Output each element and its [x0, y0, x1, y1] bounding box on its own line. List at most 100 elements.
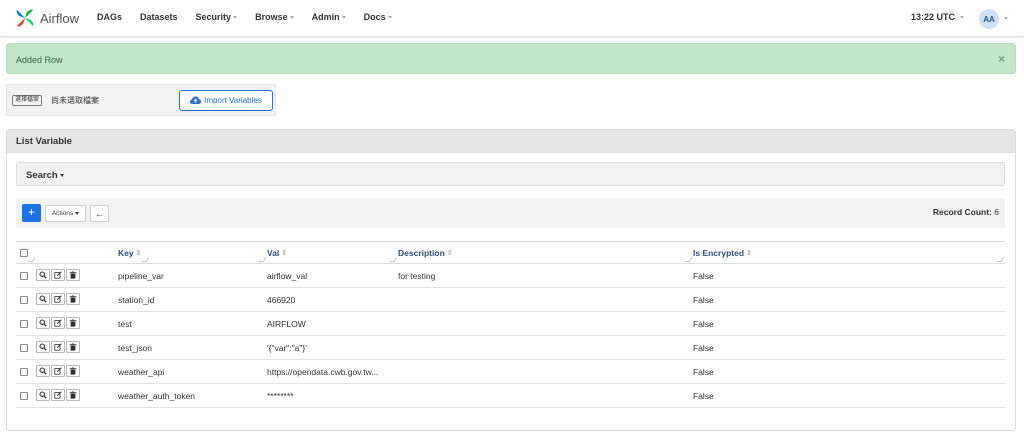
chevron-down-icon — [59, 174, 64, 177]
actions-dropdown[interactable]: Actions — [45, 205, 86, 222]
chevron-down-icon[interactable] — [1004, 17, 1008, 20]
cell-val: '{"var":"a"}' — [267, 343, 307, 353]
row-actions — [36, 365, 81, 377]
cell-key: pipeline_var — [118, 271, 164, 281]
cell-is-encrypted: False — [693, 367, 714, 377]
edit-record-button[interactable] — [51, 269, 65, 281]
delete-record-button[interactable] — [66, 341, 80, 353]
nav-item-admin[interactable]: Admin — [312, 12, 346, 22]
import-button-label: Import Variables — [204, 96, 262, 105]
file-status-text: 尚未選取檔案 — [51, 96, 99, 105]
view-record-button[interactable] — [36, 389, 50, 401]
cloud-upload-icon — [190, 96, 202, 104]
table-row: test AIRFLOW False — [16, 312, 1005, 336]
back-button[interactable]: ← — [90, 205, 109, 222]
edit-record-button[interactable] — [51, 365, 65, 377]
row-checkbox[interactable] — [20, 320, 28, 328]
trash-icon — [69, 319, 77, 327]
add-record-button[interactable]: + — [22, 204, 41, 222]
column-header-is-encrypted[interactable]: Is Encrypted ⇕ — [693, 248, 752, 258]
row-checkbox[interactable] — [20, 296, 28, 304]
column-resize-handle[interactable] — [141, 257, 150, 262]
column-header-label: Val — [267, 248, 280, 258]
nav-item-security[interactable]: Security — [196, 12, 238, 22]
timezone-dropdown[interactable]: 13:22 UTC — [911, 12, 965, 22]
row-checkbox[interactable] — [20, 392, 28, 400]
search-dropdown[interactable]: Search — [26, 170, 64, 181]
search-icon — [39, 343, 47, 351]
cell-is-encrypted: False — [693, 343, 714, 353]
view-record-button[interactable] — [36, 317, 50, 329]
column-header-label: Key — [118, 248, 134, 258]
nav-item-docs[interactable]: Docs — [364, 12, 392, 22]
table-header: Key ⇕ Val ⇕ Description ⇕ Is Encrypted ⇕ — [16, 241, 1005, 264]
row-checkbox[interactable] — [20, 344, 28, 352]
column-resize-handle[interactable] — [389, 257, 398, 262]
table-row: station_id 466920 False — [16, 288, 1005, 312]
row-checkbox[interactable] — [20, 272, 28, 280]
cell-val: https://opendata.cwb.gov.tw... — [267, 367, 379, 377]
cell-key: weather_auth_token — [118, 391, 196, 401]
delete-record-button[interactable] — [66, 269, 80, 281]
nav-item-datasets[interactable]: Datasets — [140, 12, 178, 22]
edit-record-button[interactable] — [51, 293, 65, 305]
edit-icon — [54, 391, 62, 399]
select-all-checkbox[interactable] — [20, 249, 28, 257]
column-header-key[interactable]: Key ⇕ — [118, 248, 141, 258]
cell-val: ******** — [267, 391, 294, 401]
row-actions — [36, 341, 81, 353]
edit-record-button[interactable] — [51, 317, 65, 329]
column-header-description[interactable]: Description ⇕ — [398, 248, 453, 258]
view-record-button[interactable] — [36, 365, 50, 377]
cell-is-encrypted: False — [693, 295, 714, 305]
current-time: 13:22 UTC — [911, 12, 956, 22]
cell-key: test — [118, 319, 132, 329]
column-resize-handle[interactable] — [996, 257, 1005, 262]
table-row: pipeline_var airflow_val for testing Fal… — [16, 264, 1005, 288]
view-record-button[interactable] — [36, 269, 50, 281]
import-variables-button[interactable]: Import Variables — [179, 90, 273, 111]
list-variable-panel: List Variable Search + Actions ← Record … — [6, 129, 1016, 431]
cell-key: test_json — [118, 343, 153, 353]
nav-item-browse[interactable]: Browse — [255, 12, 294, 22]
user-avatar[interactable]: AA — [979, 9, 999, 29]
cell-is-encrypted: False — [693, 319, 714, 329]
sort-icon: ⇕ — [135, 250, 142, 257]
cell-is-encrypted: False — [693, 271, 714, 281]
nav-item-label: Docs — [363, 12, 386, 22]
delete-record-button[interactable] — [66, 365, 80, 377]
view-record-button[interactable] — [36, 341, 50, 353]
delete-record-button[interactable] — [66, 389, 80, 401]
edit-icon — [54, 271, 62, 279]
sort-icon: ⇕ — [281, 250, 288, 257]
view-record-button[interactable] — [36, 293, 50, 305]
trash-icon — [69, 295, 77, 303]
column-header-label: Is Encrypted — [693, 248, 745, 258]
actions-label: Actions — [51, 210, 74, 217]
delete-record-button[interactable] — [66, 293, 80, 305]
delete-record-button[interactable] — [66, 317, 80, 329]
edit-icon — [54, 367, 62, 375]
row-actions — [36, 269, 81, 281]
nav-item-label: Datasets — [140, 12, 178, 22]
column-header-val[interactable]: Val ⇕ — [267, 248, 287, 258]
trash-icon — [69, 271, 77, 279]
nav-item-label: DAGs — [97, 12, 123, 22]
search-bar: Search — [16, 162, 1005, 186]
brand-link[interactable]: Airflow — [14, 6, 79, 30]
edit-record-button[interactable] — [51, 389, 65, 401]
nav-item-dags[interactable]: DAGs — [97, 12, 122, 22]
column-resize-handle[interactable] — [684, 257, 693, 262]
choose-file-button[interactable]: 選擇檔案 — [12, 95, 43, 106]
record-count-value: 6 — [994, 207, 999, 217]
column-resize-handle[interactable] — [258, 257, 267, 262]
trash-icon — [69, 391, 77, 399]
row-checkbox[interactable] — [20, 368, 28, 376]
column-resize-handle[interactable] — [27, 257, 36, 262]
row-actions — [36, 389, 81, 401]
search-icon — [39, 391, 47, 399]
close-icon[interactable]: × — [998, 52, 1005, 66]
chevron-down-icon — [289, 15, 294, 19]
edit-record-button[interactable] — [51, 341, 65, 353]
record-count-label: Record Count: — [932, 207, 992, 217]
